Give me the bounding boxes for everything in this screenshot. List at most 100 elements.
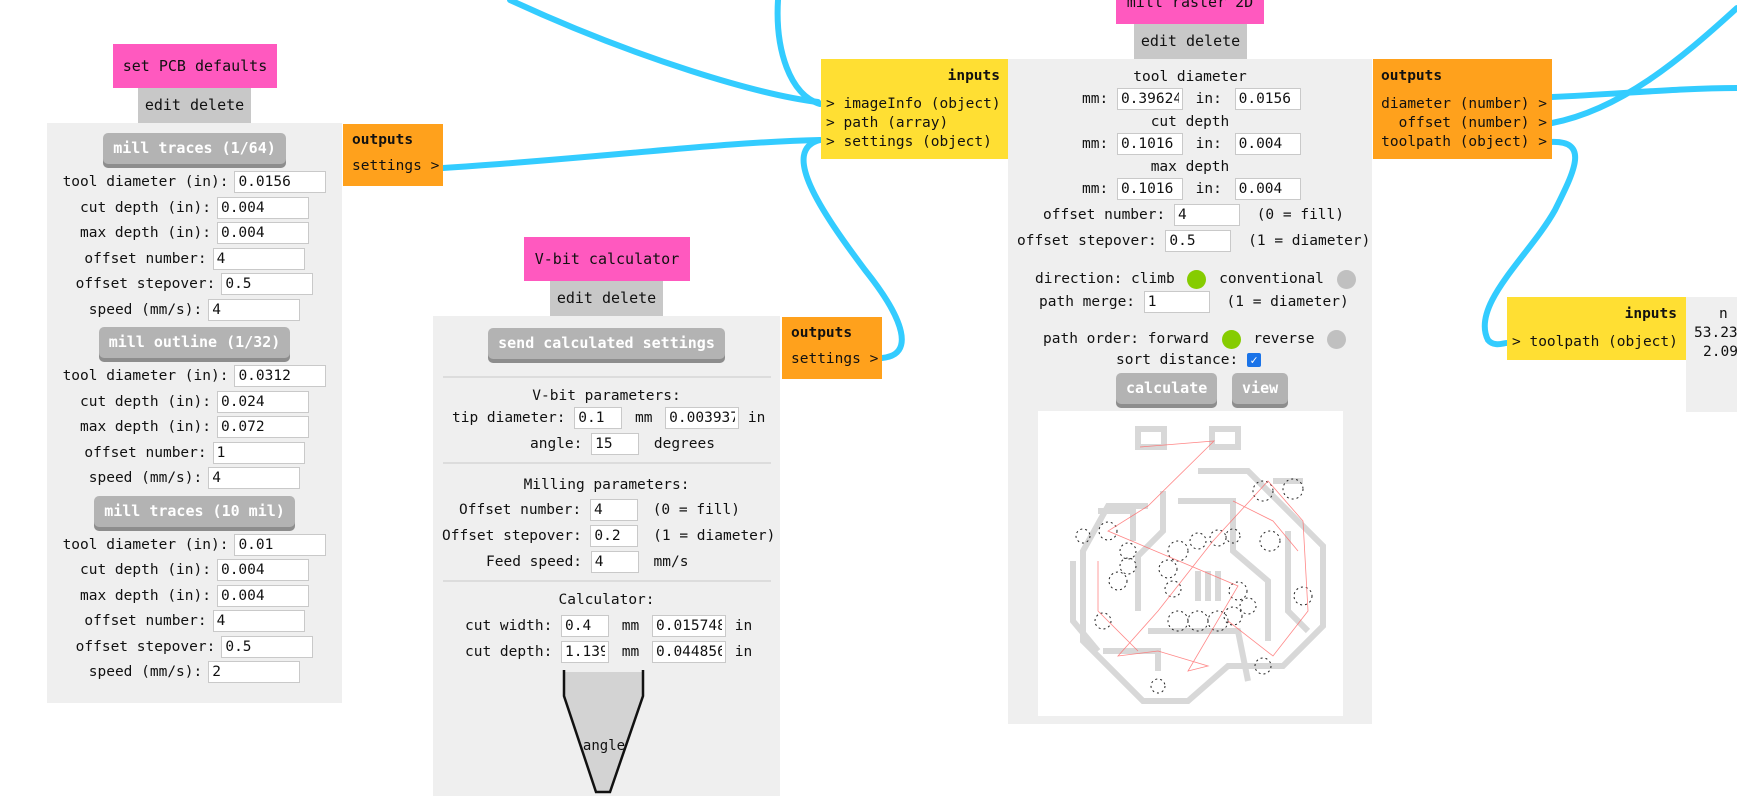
output-port-diameter[interactable]: diameter (number) > (1381, 95, 1547, 114)
pcb-section-button[interactable]: mill outline (1/32) (98, 327, 291, 358)
path-merge-input[interactable] (1143, 291, 1210, 313)
pcb-field-input[interactable] (216, 584, 309, 607)
edit-button[interactable]: edit (557, 289, 593, 307)
angle-input[interactable] (591, 433, 640, 455)
vbit-params-heading: V-bit parameters: (532, 388, 681, 404)
pcb-field-input[interactable] (212, 441, 305, 464)
sort-distance-label: sort distance: (1116, 352, 1239, 368)
pcb-section-button[interactable]: mill traces (1/64) (103, 133, 286, 164)
sort-distance-checkbox[interactable]: ✓ (1246, 353, 1261, 367)
pcb-field-input[interactable] (221, 635, 314, 658)
pcb-field-input[interactable] (221, 273, 314, 295)
wire-offset-out[interactable] (1549, 5, 1737, 126)
output-port-offset[interactable]: offset (number) > (1381, 114, 1547, 133)
wire-imageinfo-b[interactable] (774, 0, 823, 107)
direction-row: direction: climb conventional (1035, 267, 1356, 291)
calculate-button[interactable]: calculate (1116, 373, 1218, 404)
max-depth-mm-input[interactable] (1116, 178, 1183, 200)
cut-depth-in-input[interactable] (1234, 133, 1301, 155)
raster-panel: tool diameter mm: in: cut depth mm: in: … (1008, 59, 1372, 724)
delete-button[interactable]: delete (190, 96, 244, 114)
cut-depth-in-input[interactable] (651, 641, 726, 663)
input-port-path[interactable]: > path (array) (826, 114, 1001, 133)
outputs-label: outputs (352, 132, 414, 148)
pcb-field-label: offset stepover: (75, 276, 216, 292)
pcb-field-input[interactable] (216, 416, 309, 438)
tip-diameter-row: tip diameter: mm in (452, 406, 765, 430)
offset-number-input[interactable] (589, 499, 638, 521)
input-port-settings[interactable]: > settings (object) (826, 133, 1001, 152)
pcb-field-input[interactable] (216, 390, 309, 413)
wire-imageinfo-a[interactable] (507, 0, 821, 105)
reverse-radio[interactable] (1327, 329, 1347, 349)
delete-button[interactable]: delete (602, 289, 656, 307)
tip-diameter-label: tip diameter: (452, 410, 566, 426)
tool-diameter-mm-input[interactable] (1116, 88, 1183, 110)
max-depth-in-input[interactable] (1234, 178, 1301, 200)
tip-diameter-in-input[interactable] (665, 407, 740, 429)
input-port-toolpath[interactable]: > toolpath (object) (1512, 334, 1678, 350)
pcb-field-label: offset number: (84, 250, 207, 267)
pcb-field-input[interactable] (216, 196, 309, 219)
pcb-field-input[interactable] (234, 365, 327, 387)
wire-pcb-settings[interactable] (440, 137, 823, 171)
pcb-field-row: tool diameter (in): (47, 170, 342, 194)
pcb-field-input[interactable] (208, 661, 301, 683)
pcb-field-input[interactable] (212, 610, 305, 632)
input-port-imageinfo[interactable]: > imageInfo (object) (826, 95, 1001, 114)
vbit-title[interactable]: V-bit calculator (524, 237, 690, 281)
send-calculated-settings-button[interactable]: send calculated settings (488, 328, 725, 359)
conventional-radio[interactable] (1336, 269, 1356, 289)
pcb-section-button[interactable]: mill traces (10 mil) (94, 495, 295, 527)
pcb-field-label: cut depth (in): (80, 393, 211, 410)
pcb-field-label: tool diameter (in): (62, 368, 229, 384)
raster-title[interactable]: mill raster 2D (1116, 0, 1264, 24)
output-port-settings[interactable]: settings > (352, 158, 439, 174)
feed-speed-input[interactable] (590, 551, 639, 573)
pcb-field-label: speed (mm/s): (88, 664, 203, 680)
offset-stepover-row: Offset stepover: (1 = diameter) (442, 524, 775, 548)
conventional-label: conventional (1219, 271, 1324, 287)
vbit-edit-bar: edit delete (550, 281, 663, 316)
pcb-field-row: offset number: (47, 609, 342, 633)
pcb-field-input[interactable] (234, 533, 327, 556)
edit-button[interactable]: edit (145, 96, 181, 114)
pcb-field-label: cut depth (in): (80, 562, 211, 578)
output-port-settings[interactable]: settings > (791, 351, 878, 367)
raster-edit-bar: edit delete (1134, 24, 1247, 59)
pcb-field-input[interactable] (216, 222, 309, 244)
edit-button[interactable]: edit (1141, 32, 1177, 50)
feed-speed-row: Feed speed: mm/s (486, 550, 688, 574)
pcb-field-input[interactable] (234, 171, 327, 193)
cut-width-in-input[interactable] (651, 615, 726, 637)
cut-width-mm-input[interactable] (561, 615, 610, 637)
inputs-label: inputs (1624, 306, 1677, 322)
tool-diameter-in-input[interactable] (1234, 88, 1301, 110)
wire-diameter-out[interactable] (1549, 85, 1737, 100)
tip-diameter-mm-input[interactable] (574, 407, 623, 429)
vbit-panel: send calculated settings V-bit parameter… (433, 316, 780, 796)
mm-label: mm: (1082, 136, 1109, 152)
offset-number-row: Offset number: (0 = fill) (459, 498, 740, 522)
pcb-defaults-title[interactable]: set PCB defaults (113, 44, 277, 88)
pcb-field-input[interactable] (208, 467, 301, 489)
cut-depth-mm-input[interactable] (561, 641, 610, 663)
forward-radio[interactable] (1221, 329, 1241, 349)
offset-stepover-input[interactable] (1165, 230, 1232, 252)
output-port-toolpath[interactable]: toolpath (object) > (1381, 133, 1547, 152)
delete-button[interactable]: delete (1186, 32, 1240, 50)
pcb-field-row: cut depth (in): (47, 390, 342, 414)
offset-number-input[interactable] (1173, 204, 1240, 226)
climb-radio[interactable] (1187, 269, 1207, 289)
cut-depth-heading: cut depth (1150, 114, 1230, 130)
pcb-field-input[interactable] (208, 298, 301, 321)
view-button[interactable]: view (1232, 373, 1289, 404)
pcb-field-input[interactable] (212, 247, 305, 270)
pcb-field-row: max depth (in): (47, 415, 342, 439)
offset-stepover-input[interactable] (590, 525, 639, 547)
cut-depth-mm-input[interactable] (1116, 133, 1183, 155)
in-label: in: (1195, 136, 1222, 152)
toolpath-preview[interactable] (1038, 411, 1343, 716)
pcb-field-row: tool diameter (in): (47, 533, 342, 557)
pcb-field-input[interactable] (216, 559, 309, 581)
